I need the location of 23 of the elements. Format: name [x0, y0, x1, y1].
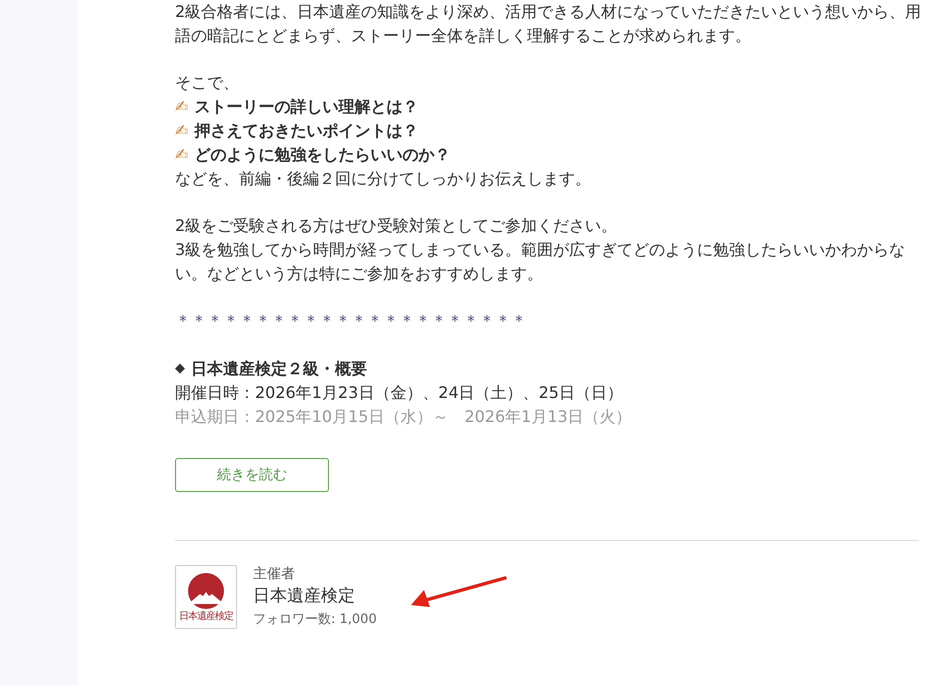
diamond-icon: ◆ — [175, 356, 185, 381]
point-heading: 押さえておきたいポイントは？ — [194, 120, 418, 142]
body-text: そこで、 — [175, 72, 240, 94]
writing-hand-icon: ✍ — [175, 95, 188, 119]
body-text: 語の暗記にとどまらず、ストーリー全体を詳しく理解することが求められます。 — [175, 24, 752, 47]
point-heading: ストーリーの詳しい理解とは？ — [194, 96, 418, 118]
logo-text: 日本遺産検定 — [179, 611, 233, 622]
body-text: などを、前編・後編２回に分けてしっかりお伝えします。 — [175, 168, 592, 190]
organizer-name[interactable]: 日本遺産検定 — [253, 583, 377, 610]
section-heading: 日本遺産検定２級・概要 — [191, 358, 367, 380]
writing-hand-icon: ✍ — [175, 118, 188, 143]
body-text: 2級合格者には、日本遺産の知識をより深め、活用できる人材になっていただきたいという想いから、用 — [175, 1, 919, 23]
writing-hand-icon: ✍ — [175, 142, 188, 167]
separator-text: ＊＊＊＊＊＊＊＊＊＊＊＊＊＊＊＊＊＊＊＊＊＊ — [175, 310, 527, 332]
mountain-sun-icon — [186, 572, 226, 610]
detail-text: 申込期日：2025年10月15日（水）～ 2026年1月13日（火） — [175, 406, 633, 428]
body-text: い。などという方は特にご参加をおすすめします。 — [175, 262, 544, 285]
point-heading: どのように勉強をしたらいいのか？ — [194, 144, 450, 166]
organizer-label: 主催者 — [253, 565, 296, 584]
detail-text: 開催日時：2026年1月23日（金）、24日（土）、25日（日） — [175, 382, 624, 404]
body-text: 3級を勉強してから時間が経ってしまっている。範囲が広すぎてどのように勉強したらいいかわからな — [175, 238, 906, 261]
follower-count: フォロワー数: 1,000 — [253, 611, 377, 630]
body-text: 2級をご受験される方はぜひ受験対策としてご参加ください。 — [175, 215, 618, 238]
